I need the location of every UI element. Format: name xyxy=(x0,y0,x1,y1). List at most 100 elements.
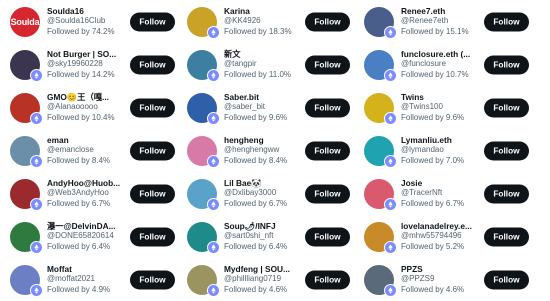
account-name[interactable]: eman xyxy=(47,135,135,146)
avatar-wrapper[interactable] xyxy=(364,264,397,297)
follow-button[interactable]: Follow xyxy=(305,98,350,117)
account-name[interactable]: GMO😊王（嘎... xyxy=(47,92,135,103)
account-card[interactable]: Karina @KK4926 Followed by 18.3% Follow xyxy=(180,0,361,43)
follow-button[interactable]: Follow xyxy=(484,141,529,160)
follow-button[interactable]: Follow xyxy=(130,12,175,31)
account-handle[interactable]: @DONE65820614 xyxy=(47,231,135,242)
account-name[interactable]: hengheng xyxy=(224,135,312,146)
account-card[interactable]: eman @emanclose Followed by 8.4% Follow xyxy=(0,129,180,172)
follow-button[interactable]: Follow xyxy=(130,184,175,203)
account-name[interactable]: Not Burger | SO... xyxy=(47,49,135,60)
avatar-wrapper[interactable] xyxy=(364,6,397,39)
account-name[interactable]: Soulda16 xyxy=(47,6,135,17)
account-card[interactable]: Lil Bae🐼 @Dxlibay3000 Followed by 6.7% Foll… xyxy=(180,172,361,215)
account-name[interactable]: Saber.bit xyxy=(224,92,312,103)
account-name[interactable]: PPZS xyxy=(401,264,489,275)
avatar-wrapper[interactable] xyxy=(187,264,220,297)
account-name[interactable]: AndyHoo@Huob... xyxy=(47,178,135,189)
follow-button[interactable]: Follow xyxy=(484,55,529,74)
avatar[interactable]: Soulda xyxy=(10,6,40,37)
avatar-wrapper[interactable] xyxy=(364,92,397,125)
account-card[interactable]: 瀑一@DelvinDA... @DONE65820614 Followed by 6… xyxy=(0,215,180,258)
account-handle[interactable]: @Dxlibay3000 xyxy=(224,188,312,199)
account-handle[interactable]: @Web3AndyHoo xyxy=(47,188,135,199)
account-handle[interactable]: @saber_bit xyxy=(224,102,312,113)
avatar-wrapper[interactable] xyxy=(10,49,43,82)
avatar-wrapper[interactable] xyxy=(187,49,220,82)
follow-button[interactable]: Follow xyxy=(305,184,350,203)
account-card[interactable]: Twins @Twins100 Followed by 9.6% Follow xyxy=(361,86,550,129)
avatar-wrapper[interactable] xyxy=(10,221,43,254)
avatar-wrapper[interactable] xyxy=(187,135,220,168)
account-name[interactable]: funclosure.eth (... xyxy=(401,49,489,60)
follow-button[interactable]: Follow xyxy=(305,270,350,289)
follow-button[interactable]: Follow xyxy=(484,12,529,31)
account-card[interactable]: lovelanadelrey.e... @mhw55794496 Followed … xyxy=(361,215,550,258)
account-handle[interactable]: @TracerNft xyxy=(401,188,489,199)
account-handle[interactable]: @moffat2021 xyxy=(47,274,135,285)
account-card[interactable]: Renee7.eth @Renee7eth Followed by 15.1% Fol… xyxy=(361,0,550,43)
account-handle[interactable]: @lymandao xyxy=(401,145,489,156)
account-name[interactable]: 新文 xyxy=(224,49,312,60)
account-handle[interactable]: @KK4926 xyxy=(224,16,312,27)
follow-button[interactable]: Follow xyxy=(130,141,175,160)
account-card[interactable]: Saber.bit @saber_bit Followed by 9.6% Follo… xyxy=(180,86,361,129)
avatar-wrapper[interactable] xyxy=(187,221,220,254)
avatar-wrapper[interactable] xyxy=(364,49,397,82)
account-name[interactable]: Josie xyxy=(401,178,489,189)
follow-button[interactable]: Follow xyxy=(484,227,529,246)
account-name[interactable]: Moffat xyxy=(47,264,135,275)
account-handle[interactable]: @emanclose xyxy=(47,145,135,156)
follow-button[interactable]: Follow xyxy=(484,184,529,203)
account-card[interactable]: funclosure.eth (... @funclosure Followed b… xyxy=(361,43,550,86)
account-card[interactable]: 新文 @tangpir Followed by 11.0% Follow xyxy=(180,43,361,86)
account-handle[interactable]: @phillliang0719 xyxy=(224,274,312,285)
account-card[interactable]: Moffat @moffat2021 Followed by 4.9% Follow xyxy=(0,258,180,301)
account-name[interactable]: Lil Bae🐼 xyxy=(224,178,312,189)
follow-button[interactable]: Follow xyxy=(305,227,350,246)
account-name[interactable]: Lymanliu.eth xyxy=(401,135,489,146)
account-name[interactable]: Soup🌶/INFJ xyxy=(224,221,312,232)
avatar-wrapper[interactable] xyxy=(10,264,43,297)
follow-button[interactable]: Follow xyxy=(484,98,529,117)
avatar-wrapper[interactable] xyxy=(364,135,397,168)
account-name[interactable]: Twins xyxy=(401,92,489,103)
avatar-wrapper[interactable] xyxy=(10,135,43,168)
avatar-wrapper[interactable] xyxy=(187,6,220,39)
account-card[interactable]: Josie @TracerNft Followed by 6.7% Follow xyxy=(361,172,550,215)
account-handle[interactable]: @tangpir xyxy=(224,59,312,70)
account-handle[interactable]: @Alanaooooo xyxy=(47,102,135,113)
avatar-wrapper[interactable] xyxy=(10,178,43,211)
account-card[interactable]: Soup🌶/INFJ @sart0shi_nft Followed by 6.4% F… xyxy=(180,215,361,258)
account-handle[interactable]: @henghengww xyxy=(224,145,312,156)
account-handle[interactable]: @funclosure xyxy=(401,59,489,70)
account-name[interactable]: Renee7.eth xyxy=(401,6,489,17)
account-handle[interactable]: @sart0shi_nft xyxy=(224,231,312,242)
account-handle[interactable]: @PPZS9 xyxy=(401,274,489,285)
account-card[interactable]: Mydfeng | SOU... @phillliang0719 Followed … xyxy=(180,258,361,301)
follow-button[interactable]: Follow xyxy=(305,55,350,74)
avatar-wrapper[interactable] xyxy=(187,92,220,125)
account-card[interactable]: hengheng @henghengww Followed by 8.4% Follo… xyxy=(180,129,361,172)
follow-button[interactable]: Follow xyxy=(130,98,175,117)
account-handle[interactable]: @Renee7eth xyxy=(401,16,489,27)
avatar-wrapper[interactable] xyxy=(364,178,397,211)
follow-button[interactable]: Follow xyxy=(130,270,175,289)
account-name[interactable]: Mydfeng | SOU... xyxy=(224,264,312,275)
account-card[interactable]: GMO😊王（嘎... @Alanaooooo Followed by 10.4% Fo… xyxy=(0,86,180,129)
account-card[interactable]: Not Burger | SO... @sky19960228 Followed b… xyxy=(0,43,180,86)
account-handle[interactable]: @Twins100 xyxy=(401,102,489,113)
account-card[interactable]: AndyHoo@Huob... @Web3AndyHoo Followed by 6… xyxy=(0,172,180,215)
account-handle[interactable]: @mhw55794496 xyxy=(401,231,489,242)
account-card[interactable]: Soulda Soulda16 @Soulda16Club Followed by 7… xyxy=(0,0,180,43)
avatar-wrapper[interactable] xyxy=(10,92,43,125)
avatar-wrapper[interactable] xyxy=(364,221,397,254)
account-name[interactable]: Karina xyxy=(224,6,312,17)
avatar-wrapper[interactable]: Soulda xyxy=(10,6,40,37)
avatar-wrapper[interactable] xyxy=(187,178,220,211)
account-card[interactable]: Lymanliu.eth @lymandao Followed by 7.0% Fol… xyxy=(361,129,550,172)
account-card[interactable]: PPZS @PPZS9 Followed by 4.6% Follow xyxy=(361,258,550,301)
account-handle[interactable]: @sky19960228 xyxy=(47,59,135,70)
follow-button[interactable]: Follow xyxy=(484,270,529,289)
account-name[interactable]: 瀑一@DelvinDA... xyxy=(47,221,135,232)
